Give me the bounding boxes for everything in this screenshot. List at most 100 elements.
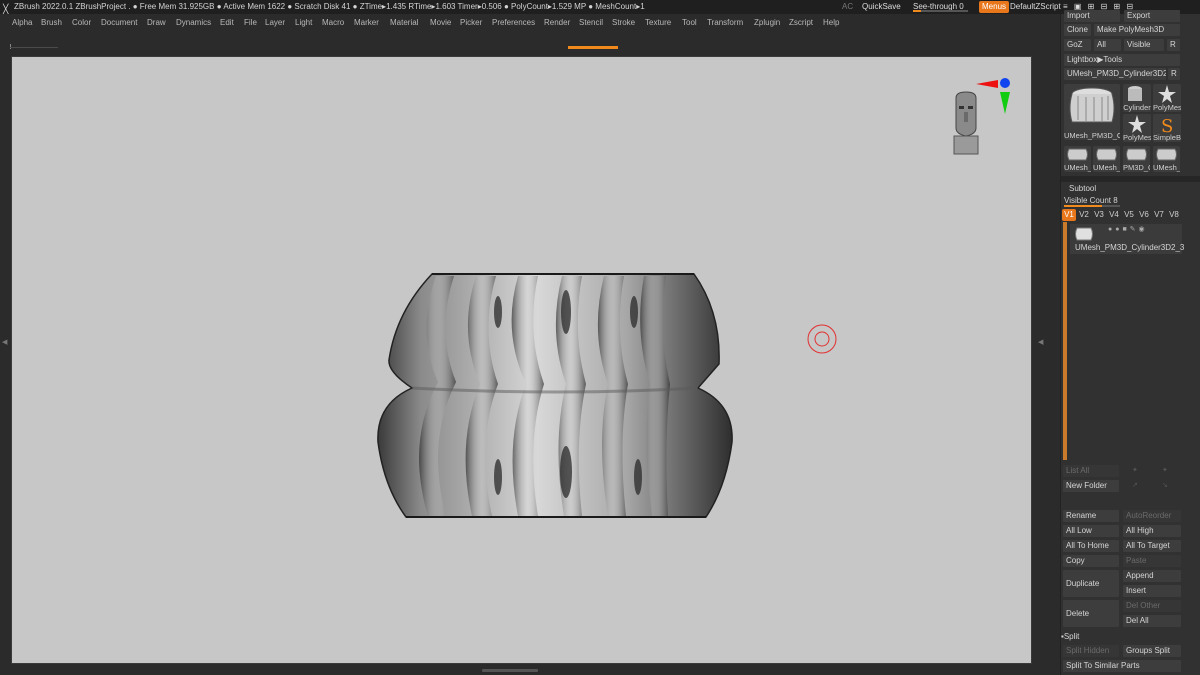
import-button[interactable]: Import — [1064, 10, 1120, 22]
visible-count-slider[interactable]: Visible Count 8 — [1064, 196, 1118, 205]
menu-texture[interactable]: Texture — [645, 14, 671, 32]
subtool-visibility-controls-icon[interactable]: ●●■✎◉ — [1108, 225, 1148, 233]
thumb-label: UMesh_PM3D_C — [1064, 131, 1120, 140]
menu-picker[interactable]: Picker — [460, 14, 482, 32]
tab-v4[interactable]: V4 — [1107, 209, 1121, 221]
tool-thumb-pm3d[interactable]: PM3D_C — [1123, 146, 1150, 172]
lightbox-tools-button[interactable]: Lightbox▶Tools — [1064, 54, 1180, 66]
tool-thumb-umesh-2[interactable]: UMesh_ — [1093, 146, 1120, 172]
tab-v6[interactable]: V6 — [1137, 209, 1151, 221]
current-tool-slider[interactable]: UMesh_PM3D_Cylinder3D2_3 — [1064, 68, 1166, 80]
menus-toggle-button[interactable]: Menus — [979, 1, 1010, 13]
tool-thumb-simplebrush[interactable]: S SimpleB — [1153, 114, 1181, 142]
bottom-tray-grip[interactable] — [482, 669, 538, 672]
sculpted-vase-mesh[interactable] — [376, 272, 734, 519]
ac-button[interactable]: AC — [842, 0, 853, 14]
insert-button[interactable]: Insert — [1123, 585, 1181, 597]
menu-zscript[interactable]: Zscript — [789, 14, 813, 32]
tab-v1[interactable]: V1 — [1062, 209, 1076, 221]
tool-thumb-umesh-3[interactable]: UMesh_ — [1153, 146, 1180, 172]
menu-tool[interactable]: Tool — [682, 14, 697, 32]
rename-button[interactable]: Rename — [1063, 510, 1119, 522]
delete-button[interactable]: Delete — [1063, 600, 1119, 627]
all-low-button[interactable]: All Low — [1063, 525, 1119, 537]
tab-v7[interactable]: V7 — [1152, 209, 1166, 221]
copy-button[interactable]: Copy — [1063, 555, 1119, 567]
paste-button[interactable]: Paste — [1123, 555, 1181, 567]
menu-edit[interactable]: Edit — [220, 14, 234, 32]
export-button[interactable]: Export — [1124, 10, 1180, 22]
left-tray[interactable]: ◀ — [0, 56, 11, 664]
all-to-target-button[interactable]: All To Target — [1123, 540, 1181, 552]
brush-cursor-icon — [807, 324, 837, 354]
menu-dynamics[interactable]: Dynamics — [176, 14, 211, 32]
menu-document[interactable]: Document — [101, 14, 137, 32]
menu-stroke[interactable]: Stroke — [612, 14, 635, 32]
menu-zplugin[interactable]: Zplugin — [754, 14, 780, 32]
auto-reorder-button[interactable]: AutoReorder — [1123, 510, 1181, 522]
quicksave-button[interactable]: QuickSave — [862, 0, 901, 14]
menu-color[interactable]: Color — [72, 14, 91, 32]
groups-split-button[interactable]: Groups Split — [1123, 645, 1181, 657]
menu-file[interactable]: File — [244, 14, 257, 32]
goz-r-button[interactable]: R — [1167, 39, 1180, 51]
split-hidden-button[interactable]: Split Hidden — [1063, 645, 1119, 657]
visible-count-track[interactable] — [1064, 205, 1120, 207]
menu-help[interactable]: Help — [823, 14, 839, 32]
tab-v5[interactable]: V5 — [1122, 209, 1136, 221]
tool-thumb-umesh-1[interactable]: UMesh_ — [1064, 146, 1091, 172]
expand-left-tray-icon[interactable]: ◀ — [2, 338, 7, 346]
menu-stencil[interactable]: Stencil — [579, 14, 603, 32]
move-up-icon[interactable]: ✦ — [1132, 466, 1138, 474]
all-to-home-button[interactable]: All To Home — [1063, 540, 1119, 552]
split-section-header[interactable]: ▪Split — [1061, 632, 1079, 641]
del-all-button[interactable]: Del All — [1123, 615, 1181, 627]
tool-thumb-polymesh[interactable]: PolyMes — [1153, 84, 1181, 112]
expand-right-tray-icon[interactable]: ◀ — [1038, 338, 1043, 346]
subtool-list-scrollbar[interactable] — [1063, 222, 1067, 460]
menu-brush[interactable]: Brush — [41, 14, 62, 32]
subtool-title[interactable]: Subtool — [1069, 184, 1096, 193]
default-zscript-button[interactable]: DefaultZScript — [1010, 0, 1061, 14]
menu-light[interactable]: Light — [295, 14, 312, 32]
split-to-similar-parts-button[interactable]: Split To Similar Parts — [1063, 660, 1181, 672]
active-tray-indicator[interactable] — [568, 46, 618, 49]
navigation-head-gizmo[interactable] — [938, 76, 1018, 156]
append-button[interactable]: Append — [1123, 570, 1181, 582]
all-high-button[interactable]: All High — [1123, 525, 1181, 537]
menu-material[interactable]: Material — [390, 14, 418, 32]
new-folder-button[interactable]: New Folder — [1063, 480, 1119, 492]
arrow-down-icon[interactable]: ↘ — [1162, 481, 1168, 489]
right-tray-divider[interactable]: ◀ — [1032, 56, 1058, 664]
menu-layer[interactable]: Layer — [265, 14, 285, 32]
bottom-tray[interactable] — [0, 664, 1060, 675]
menu-alpha[interactable]: Alpha — [12, 14, 32, 32]
see-through-slider[interactable] — [913, 10, 968, 12]
menu-marker[interactable]: Marker — [354, 14, 379, 32]
goz-visible-button[interactable]: Visible — [1124, 39, 1164, 51]
goz-button[interactable]: GoZ — [1064, 39, 1091, 51]
current-tool-r-button[interactable]: R — [1168, 68, 1180, 80]
arrow-up-icon[interactable]: ↗ — [1132, 481, 1138, 489]
menu-draw[interactable]: Draw — [147, 14, 166, 32]
del-other-button[interactable]: Del Other — [1123, 600, 1181, 612]
duplicate-button[interactable]: Duplicate — [1063, 570, 1119, 597]
menu-movie[interactable]: Movie — [430, 14, 451, 32]
tool-thumb-active[interactable]: UMesh_PM3D_C — [1064, 84, 1120, 140]
clone-button[interactable]: Clone — [1064, 24, 1091, 36]
y-axis-arrow-icon — [1000, 92, 1010, 114]
menu-render[interactable]: Render — [544, 14, 570, 32]
tab-v8[interactable]: V8 — [1167, 209, 1181, 221]
subtool-list-item[interactable]: ●●■✎◉ UMesh_PM3D_Cylinder3D2_3 — [1070, 224, 1184, 254]
make-polymesh-button[interactable]: Make PolyMesh3D — [1094, 24, 1180, 36]
tab-v3[interactable]: V3 — [1092, 209, 1106, 221]
menu-macro[interactable]: Macro — [322, 14, 344, 32]
list-all-button[interactable]: List All — [1063, 465, 1119, 477]
tab-v2[interactable]: V2 — [1077, 209, 1091, 221]
goz-all-button[interactable]: All — [1094, 39, 1121, 51]
menu-preferences[interactable]: Preferences — [492, 14, 535, 32]
menu-transform[interactable]: Transform — [707, 14, 743, 32]
move-down-icon[interactable]: ✦ — [1162, 466, 1168, 474]
tool-thumb-cylinder[interactable]: Cylinder — [1123, 84, 1151, 112]
tool-thumb-polymesh-2[interactable]: PolyMes — [1123, 114, 1151, 142]
